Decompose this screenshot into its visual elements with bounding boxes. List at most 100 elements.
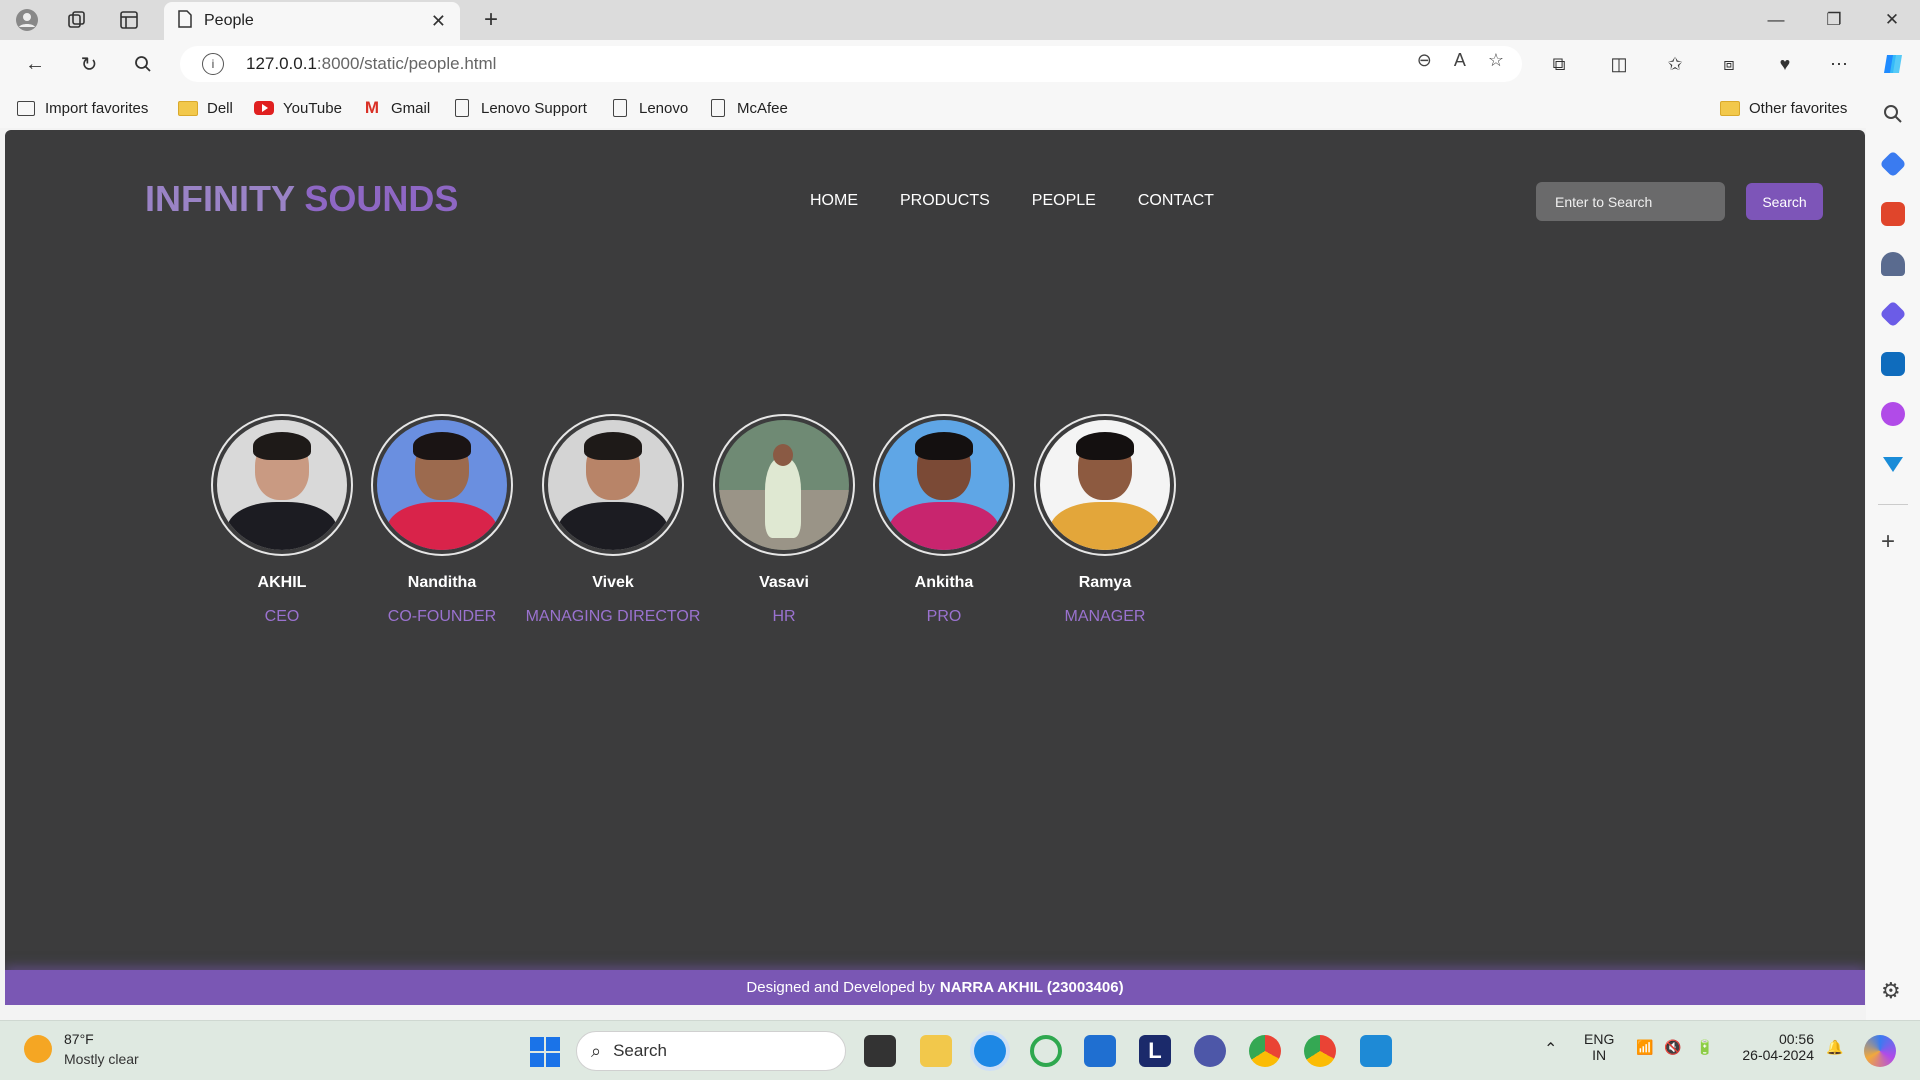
- search-button[interactable]: Search: [1746, 183, 1823, 220]
- minimize-icon[interactable]: —: [1748, 0, 1804, 40]
- wifi-icon[interactable]: 📶: [1636, 1039, 1653, 1056]
- store-icon[interactable]: [1084, 1035, 1116, 1067]
- search-icon[interactable]: [128, 50, 158, 78]
- profile-icon[interactable]: [14, 7, 40, 33]
- games-icon[interactable]: [1881, 252, 1905, 276]
- favorite-gmail[interactable]: M Gmail: [362, 96, 430, 120]
- tab-actions-icon[interactable]: [116, 7, 142, 33]
- vscode-icon[interactable]: [1360, 1035, 1392, 1067]
- start-windows-icon[interactable]: [530, 1037, 560, 1067]
- notification-bell-icon[interactable]: 🔔: [1826, 1039, 1843, 1056]
- volume-muted-icon[interactable]: 🔇: [1664, 1039, 1681, 1056]
- browser-essentials-icon[interactable]: ♥: [1770, 50, 1800, 78]
- page-icon: [178, 9, 192, 33]
- avatar: [542, 414, 684, 556]
- weather-moon-icon[interactable]: [24, 1035, 52, 1063]
- nav-home[interactable]: HOME: [810, 192, 858, 210]
- footer-author: NARRA AKHIL (23003406): [939, 979, 1124, 996]
- designer-icon[interactable]: [1881, 402, 1905, 426]
- url-field[interactable]: i 127.0.0.1:8000/static/people.html ⊖ A …: [180, 46, 1522, 82]
- page-icon: [708, 99, 728, 117]
- settings-gear-icon[interactable]: ⚙: [1881, 978, 1901, 1004]
- send-icon[interactable]: [1881, 452, 1905, 476]
- person-role: MANAGER: [1064, 608, 1146, 625]
- person-name: Ramya: [1078, 574, 1132, 591]
- favorites-bar: Import favorites Dell YouTube M Gmail Le…: [0, 88, 1920, 128]
- gmail-icon: M: [364, 98, 380, 117]
- zoom-out-icon[interactable]: ⊖: [1417, 50, 1432, 71]
- tab-people[interactable]: People ✕: [164, 2, 460, 40]
- chrome-icon[interactable]: [1249, 1035, 1281, 1067]
- favorite-lenovo[interactable]: Lenovo: [610, 96, 688, 120]
- favorites-icon[interactable]: ✩: [1660, 50, 1690, 78]
- shopping-tag-icon[interactable]: [1879, 150, 1907, 178]
- refresh-icon[interactable]: ↻: [74, 50, 104, 78]
- copilot-taskbar-icon[interactable]: [1030, 1035, 1062, 1067]
- more-options-icon[interactable]: ⋯: [1824, 50, 1854, 78]
- add-icon[interactable]: +: [1881, 528, 1895, 556]
- nav-products[interactable]: PRODUCTS: [900, 192, 990, 210]
- person-name: Nanditha: [407, 574, 477, 591]
- tab-strip: People ✕ + — ❐ ✕: [0, 0, 1920, 40]
- sidebar-divider: [1878, 504, 1908, 505]
- taskbar-search[interactable]: ⌕ Search: [576, 1031, 846, 1071]
- outlook-icon[interactable]: [1881, 352, 1905, 376]
- copilot-icon[interactable]: [1878, 50, 1908, 78]
- tray-chevron-icon[interactable]: ⌃: [1544, 1039, 1557, 1059]
- favorite-dell[interactable]: Dell: [178, 96, 233, 120]
- person-card: AKHIL CEO: [192, 414, 372, 626]
- favorite-star-icon[interactable]: ☆: [1488, 50, 1504, 71]
- edge-icon[interactable]: [974, 1035, 1006, 1067]
- read-aloud-icon[interactable]: A: [1454, 50, 1466, 71]
- file-explorer-icon[interactable]: [920, 1035, 952, 1067]
- tools-icon[interactable]: [1881, 202, 1905, 226]
- extensions-icon[interactable]: ⧉: [1544, 50, 1574, 78]
- microsoft365-icon[interactable]: [1879, 300, 1907, 328]
- back-icon[interactable]: ←: [20, 50, 50, 78]
- avatar: [211, 414, 353, 556]
- folder-icon: [1720, 99, 1740, 117]
- nav-people[interactable]: PEOPLE: [1032, 192, 1096, 210]
- favorite-lenovo-support[interactable]: Lenovo Support: [452, 96, 587, 120]
- main-nav: HOME PRODUCTS PEOPLE CONTACT: [810, 192, 1214, 210]
- url-text: 127.0.0.1:8000/static/people.html: [246, 54, 497, 73]
- avatar: [873, 414, 1015, 556]
- person-role: CEO: [264, 608, 300, 625]
- close-window-icon[interactable]: ✕: [1864, 0, 1920, 40]
- sidebar-search-icon[interactable]: [1881, 102, 1905, 126]
- person-role: CO-FOUNDER: [387, 608, 497, 625]
- person-card: Ramya MANAGER: [1015, 414, 1195, 626]
- close-tab-icon[interactable]: ✕: [431, 11, 446, 32]
- windows-taskbar: 87°F Mostly clear ⌕ Search L ⌃ ENG IN 📶 …: [0, 1020, 1920, 1080]
- clock[interactable]: 00:56 26-04-2024: [1736, 1031, 1814, 1063]
- person-role: HR: [772, 608, 796, 625]
- search-input[interactable]: [1536, 182, 1725, 221]
- other-favorites[interactable]: Other favorites: [1720, 96, 1847, 120]
- favorite-mcafee[interactable]: McAfee: [708, 96, 788, 120]
- person-card: Vasavi HR: [694, 414, 874, 626]
- site-footer: Designed and Developed by NARRA AKHIL (2…: [5, 970, 1865, 1005]
- app-icon[interactable]: [1194, 1035, 1226, 1067]
- workspaces-icon[interactable]: [64, 7, 90, 33]
- import-icon: [16, 99, 36, 117]
- favorite-import[interactable]: Import favorites: [16, 96, 148, 120]
- person-name: Vasavi: [759, 574, 809, 591]
- collections-icon[interactable]: ⧈: [1714, 50, 1744, 78]
- site-logo[interactable]: INFINITY SOUNDS: [145, 178, 458, 220]
- split-screen-icon[interactable]: ◫: [1604, 50, 1634, 78]
- favorite-youtube[interactable]: YouTube: [254, 96, 342, 120]
- copilot-tray-icon[interactable]: [1864, 1035, 1896, 1067]
- battery-icon[interactable]: 🔋: [1696, 1039, 1713, 1056]
- task-view-icon[interactable]: [864, 1035, 896, 1067]
- folder-icon: [178, 99, 198, 117]
- site-info-icon[interactable]: i: [202, 53, 224, 75]
- lenovo-vantage-icon[interactable]: L: [1139, 1035, 1171, 1067]
- language-indicator[interactable]: ENG IN: [1584, 1031, 1614, 1063]
- edge-sidebar: + ⚙: [1866, 88, 1920, 1020]
- chrome-icon[interactable]: [1304, 1035, 1336, 1067]
- new-tab-icon[interactable]: +: [478, 6, 504, 33]
- restore-icon[interactable]: ❐: [1806, 0, 1862, 40]
- weather-temp: 87°F: [64, 1031, 94, 1047]
- footer-text: Designed and Developed by: [746, 979, 935, 996]
- nav-contact[interactable]: CONTACT: [1138, 192, 1214, 210]
